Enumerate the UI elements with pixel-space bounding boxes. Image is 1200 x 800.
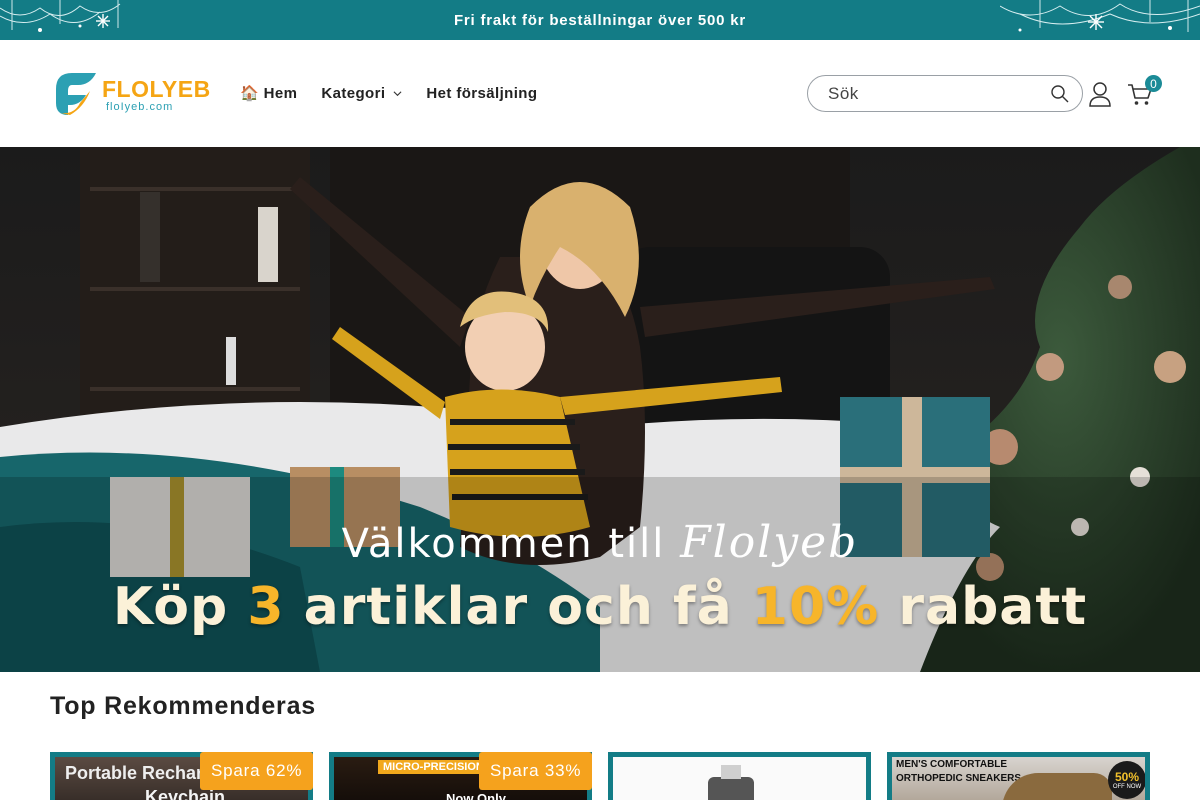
hero-offer-heading: Köp 3 artiklar och få 10% rabatt bbox=[0, 577, 1200, 637]
product-image-text: ORTHOPEDIC SNEAKERS bbox=[896, 773, 1022, 784]
search-icon[interactable] bbox=[1050, 84, 1070, 104]
logo-wordmark: FLOLYEB bbox=[102, 76, 211, 102]
account-icon[interactable] bbox=[1088, 81, 1112, 107]
product-image-text: Portable Recharg bbox=[65, 763, 215, 783]
nav-home-label: 🏠 Hem bbox=[240, 85, 298, 102]
christmas-decoration-right-icon bbox=[1000, 0, 1200, 32]
logo-url: floIyeb.com bbox=[106, 101, 174, 113]
announcement-text: Fri frakt för beställningar över 500 kr bbox=[453, 11, 747, 29]
site-logo[interactable]: FLOLYEB floIyeb.com bbox=[50, 68, 210, 120]
hero-offer-part2: artiklar och få bbox=[303, 577, 733, 637]
nav-hot-sale-label: Het försäljning bbox=[426, 84, 538, 102]
product-image-text: MICRO-PRECISION bbox=[378, 760, 489, 774]
christmas-decoration-left-icon bbox=[0, 0, 121, 32]
nav-item-category[interactable]: Kategori bbox=[309, 85, 414, 102]
sale-badge: Spara 33% bbox=[479, 752, 593, 790]
main-nav: 🏠 Hem Kategori Het försäljning bbox=[228, 80, 549, 106]
product-cap-shape bbox=[721, 765, 741, 779]
nav-category-label: Kategori bbox=[321, 84, 386, 102]
discount-percent: 50% bbox=[1114, 770, 1140, 784]
product-bottle-shape bbox=[708, 777, 754, 800]
product-image-text: MEN'S COMFORTABLE bbox=[896, 759, 1008, 770]
hero-banner[interactable]: Välkommen till Flolyeb Köp 3 artiklar oc… bbox=[0, 147, 1200, 672]
hero-offer-number: 3 bbox=[247, 577, 285, 637]
hero-welcome-prefix: Välkommen till bbox=[341, 521, 666, 567]
discount-circle: 50% OFF NOW bbox=[1108, 761, 1145, 799]
product-card[interactable] bbox=[608, 752, 871, 800]
logo-mark-icon bbox=[56, 73, 96, 115]
nav-item-home[interactable]: 🏠 Hem bbox=[228, 84, 309, 102]
hero-welcome-heading: Välkommen till Flolyeb bbox=[0, 517, 1200, 568]
search-input[interactable] bbox=[828, 83, 1028, 104]
site-header: FLOLYEB floIyeb.com 🏠 Hem Kategori Het f… bbox=[0, 40, 1200, 147]
sale-badge: Spara 62% bbox=[200, 752, 314, 790]
product-image bbox=[613, 757, 866, 800]
hero-offer-part3: rabatt bbox=[898, 577, 1088, 637]
hero-offer-percent: 10% bbox=[751, 577, 880, 637]
product-image-text: Now Only bbox=[446, 791, 506, 800]
hero-offer-part1: Köp bbox=[112, 577, 229, 637]
discount-label: OFF NOW bbox=[1112, 784, 1142, 790]
section-title: Top Rekommenderas bbox=[50, 692, 316, 720]
product-card[interactable]: MEN'S COMFORTABLE ORTHOPEDIC SNEAKERS 50… bbox=[887, 752, 1150, 800]
chevron-down-icon bbox=[393, 90, 402, 96]
product-image: MEN'S COMFORTABLE ORTHOPEDIC SNEAKERS 50… bbox=[892, 757, 1145, 800]
hero-welcome-brand: Flolyeb bbox=[680, 517, 859, 568]
nav-item-hot-sale[interactable]: Het försäljning bbox=[414, 85, 549, 102]
cart-count-badge: 0 bbox=[1145, 75, 1162, 92]
search-box bbox=[807, 75, 1083, 112]
announcement-bar: Fri frakt för beställningar över 500 kr bbox=[0, 0, 1200, 40]
